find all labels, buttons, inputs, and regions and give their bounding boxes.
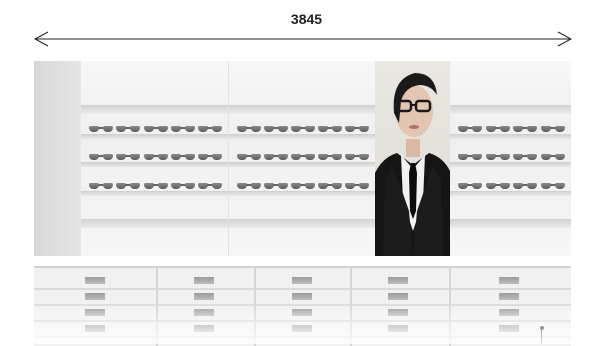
eyeglasses-icon xyxy=(143,182,168,190)
shelf xyxy=(229,162,375,167)
wall-side-return xyxy=(34,61,81,256)
drawer-handle xyxy=(85,277,105,284)
eyeglasses-icon xyxy=(291,182,315,190)
shelf-bottom xyxy=(450,219,571,228)
eyeglasses-icon xyxy=(540,125,565,133)
drawer-handle xyxy=(499,293,519,300)
overall-width-dimension: 3845 xyxy=(0,0,613,60)
eyeglasses-icon xyxy=(318,125,342,133)
eyeglasses-icon xyxy=(116,153,141,161)
shelf xyxy=(81,162,228,167)
shelf xyxy=(81,134,228,139)
portrait-graphic xyxy=(375,61,450,256)
eyeglasses-icon xyxy=(237,125,261,133)
eyeglasses-icon xyxy=(318,153,342,161)
eyeglasses-icon xyxy=(264,125,288,133)
eyeglasses-icon xyxy=(345,125,369,133)
glasses-row xyxy=(237,125,369,133)
eyeglasses-icon xyxy=(291,153,315,161)
drawer-handle xyxy=(388,293,408,300)
glasses-row xyxy=(89,153,222,161)
eyeglasses-icon xyxy=(89,125,113,133)
drawer-handle xyxy=(85,293,105,300)
eyeglasses-icon xyxy=(291,125,315,133)
drawer-handle xyxy=(194,293,214,300)
glasses-row xyxy=(237,153,369,161)
eyeglasses-icon xyxy=(485,153,510,161)
eyeglasses-icon xyxy=(116,125,141,133)
shelf-bottom xyxy=(229,219,375,228)
glasses-row xyxy=(458,182,565,190)
display-panel-3 xyxy=(450,61,571,256)
eyeglasses-icon xyxy=(116,182,141,190)
dimension-arrow xyxy=(33,31,573,47)
shelf xyxy=(450,191,571,196)
eyeglasses-icon xyxy=(237,182,261,190)
eyeglasses-icon xyxy=(540,153,565,161)
eyeglasses-icon xyxy=(170,153,195,161)
eyeglasses-icon xyxy=(198,182,222,190)
eyeglasses-icon xyxy=(458,182,482,190)
eyeglasses-icon xyxy=(264,182,288,190)
eyeglasses-icon xyxy=(198,153,222,161)
bottom-fade xyxy=(0,300,613,344)
eyeglasses-icon xyxy=(513,153,538,161)
shelf-bottom xyxy=(81,219,228,228)
shelf xyxy=(450,134,571,139)
wall-elevation xyxy=(34,61,571,256)
glasses-row xyxy=(458,125,565,133)
shelf xyxy=(81,191,228,196)
model-with-glasses-image xyxy=(375,73,450,256)
display-panel-1 xyxy=(81,61,229,256)
drawer-handle xyxy=(194,277,214,284)
eyeglasses-icon xyxy=(170,125,195,133)
eyeglasses-icon xyxy=(143,125,168,133)
eyeglasses-icon xyxy=(485,125,510,133)
drawer-handle xyxy=(499,277,519,284)
eyeglasses-icon xyxy=(143,153,168,161)
shelf-top xyxy=(229,105,375,114)
shelf xyxy=(229,191,375,196)
display-panel-2 xyxy=(229,61,376,256)
eyeglasses-icon xyxy=(89,153,113,161)
eyeglasses-icon xyxy=(345,153,369,161)
eyeglasses-icon xyxy=(485,182,510,190)
shelf-top xyxy=(81,105,228,114)
glasses-row xyxy=(237,182,369,190)
glasses-row xyxy=(89,125,222,133)
eyeglasses-icon xyxy=(318,182,342,190)
dimension-label: 3845 xyxy=(290,11,323,27)
eyeglasses-icon xyxy=(237,153,261,161)
eyeglasses-icon xyxy=(89,182,113,190)
eyeglasses-icon xyxy=(540,182,565,190)
eyeglasses-icon xyxy=(198,125,222,133)
shelf-top xyxy=(450,105,571,114)
drawer-handle xyxy=(292,277,312,284)
glasses-row xyxy=(89,182,222,190)
drawer-handle xyxy=(292,293,312,300)
eyeglasses-icon xyxy=(264,153,288,161)
glasses-row xyxy=(458,153,565,161)
eyeglasses-icon xyxy=(513,125,538,133)
shelf xyxy=(450,162,571,167)
eyeglasses-icon xyxy=(170,182,195,190)
eyeglasses-icon xyxy=(513,182,538,190)
eyeglasses-icon xyxy=(345,182,369,190)
eyeglasses-icon xyxy=(458,125,482,133)
eyeglasses-icon xyxy=(458,153,482,161)
drawer-handle xyxy=(388,277,408,284)
shelf xyxy=(229,134,375,139)
